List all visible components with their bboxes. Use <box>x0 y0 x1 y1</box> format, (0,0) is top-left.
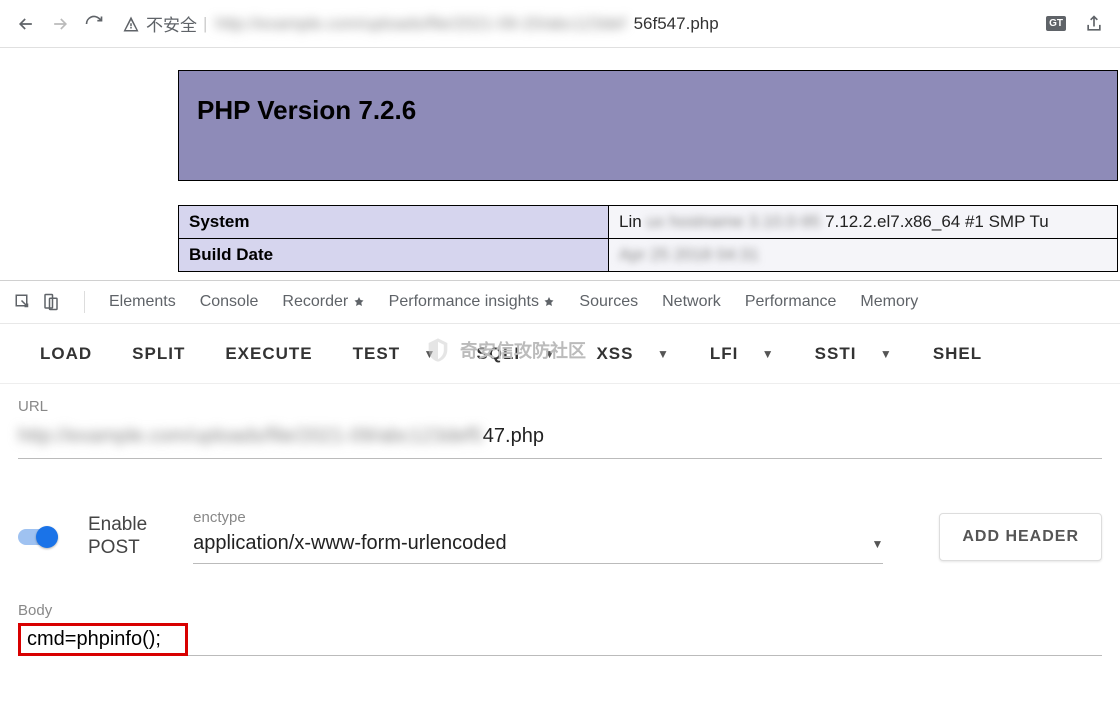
body-label: Body <box>18 602 1102 619</box>
phpinfo-title: PHP Version 7.2.6 <box>197 95 1099 126</box>
hackbar-test[interactable]: TEST ▼ <box>353 344 437 364</box>
separator <box>84 291 85 313</box>
devtools-tab-memory[interactable]: Memory <box>860 293 918 311</box>
enctype-value: application/x-www-form-urlencoded <box>193 532 506 555</box>
translate-icon[interactable]: GT <box>1046 16 1066 31</box>
phpinfo-key: System <box>179 206 609 239</box>
hackbar-toolbar: LOAD SPLIT EXECUTE TEST ▼ SQLI ▼ XSS ▼ L… <box>0 324 1120 384</box>
table-row: Build Date Apr 25 2018 04:31 <box>179 239 1118 272</box>
hackbar-form: URL http://example.com/uploads/file/2021… <box>18 398 1102 656</box>
devtools-tabs: Elements Console Recorder Performance in… <box>0 280 1120 324</box>
phpinfo-value: Lin ux hostname 3.10.0-95 7.12.2.el7.x86… <box>609 206 1118 239</box>
url-blurred: http://example.com/uploads/file/2021-09-… <box>215 14 625 34</box>
hackbar-ssti[interactable]: SSTI ▼ <box>815 344 893 364</box>
phpinfo-table: System Lin ux hostname 3.10.0-95 7.12.2.… <box>178 205 1118 272</box>
url-input[interactable]: http://example.com/uploads/file/2021-09/… <box>18 419 1102 459</box>
security-label: 不安全 <box>146 11 197 36</box>
devtools-tab-performance[interactable]: Performance <box>745 293 837 311</box>
back-button[interactable] <box>16 14 36 34</box>
reload-button[interactable] <box>84 14 104 34</box>
browser-toolbar: 不安全 | http://example.com/uploads/file/20… <box>0 0 1120 48</box>
val-prefix: Lin <box>619 212 642 231</box>
devtools-tab-recorder[interactable]: Recorder <box>282 293 364 311</box>
hackbar-xss[interactable]: XSS ▼ <box>596 344 669 364</box>
chevron-down-icon: ▼ <box>871 537 883 551</box>
url-suffix: 56f547.php <box>634 14 719 34</box>
url-blurred-part: http://example.com/uploads/file/2021-09/… <box>18 425 483 448</box>
hackbar-shell[interactable]: SHEL <box>933 344 982 364</box>
add-header-button[interactable]: ADD HEADER <box>939 513 1102 561</box>
val-suffix: 7.12.2.el7.x86_64 #1 SMP Tu <box>825 212 1049 231</box>
val-blurred: ux hostname 3.10.0-95 <box>646 212 820 231</box>
devtools-tab-sources[interactable]: Sources <box>579 293 638 311</box>
hackbar-lfi[interactable]: LFI ▼ <box>710 344 775 364</box>
table-row: System Lin ux hostname 3.10.0-95 7.12.2.… <box>179 206 1118 239</box>
chevron-down-icon: ▼ <box>880 347 893 361</box>
url-label: URL <box>18 398 1102 415</box>
hackbar-sqli[interactable]: SQLI ▼ <box>476 344 556 364</box>
hackbar-execute[interactable]: EXECUTE <box>225 344 312 364</box>
hackbar-split[interactable]: SPLIT <box>132 344 185 364</box>
chevron-down-icon: ▼ <box>762 347 775 361</box>
body-input[interactable]: cmd=phpinfo(); <box>18 623 188 656</box>
phpinfo-value: Apr 25 2018 04:31 <box>609 239 1118 272</box>
devtools-tab-console[interactable]: Console <box>200 293 259 311</box>
devtools-tab-elements[interactable]: Elements <box>109 293 176 311</box>
page-content: PHP Version 7.2.6 System Lin ux hostname… <box>0 70 1120 272</box>
inspect-icon[interactable] <box>14 293 32 311</box>
address-bar[interactable]: 不安全 | http://example.com/uploads/file/20… <box>118 11 1032 36</box>
device-icon[interactable] <box>42 293 60 311</box>
phpinfo-key: Build Date <box>179 239 609 272</box>
phpinfo-header: PHP Version 7.2.6 <box>178 70 1118 181</box>
chevron-down-icon: ▼ <box>424 347 437 361</box>
url-separator: | <box>203 14 207 34</box>
enctype-label: enctype <box>193 509 883 526</box>
hackbar-load[interactable]: LOAD <box>40 344 92 364</box>
enable-post-label: Enable POST <box>88 514 147 560</box>
post-row: Enable POST enctype application/x-www-fo… <box>18 509 1102 564</box>
enctype-select[interactable]: application/x-www-form-urlencoded ▼ <box>193 528 883 564</box>
chevron-down-icon: ▼ <box>544 347 557 361</box>
devtools-tab-performance-insights[interactable]: Performance insights <box>389 293 556 311</box>
share-icon[interactable] <box>1084 14 1104 34</box>
forward-button[interactable] <box>50 14 70 34</box>
enable-post-toggle[interactable] <box>18 526 62 548</box>
val-blurred: Apr 25 2018 04:31 <box>619 245 759 264</box>
chevron-down-icon: ▼ <box>657 347 670 361</box>
insecure-icon <box>122 15 140 33</box>
devtools-tab-network[interactable]: Network <box>662 293 721 311</box>
url-visible-suffix: 47.php <box>483 425 544 448</box>
